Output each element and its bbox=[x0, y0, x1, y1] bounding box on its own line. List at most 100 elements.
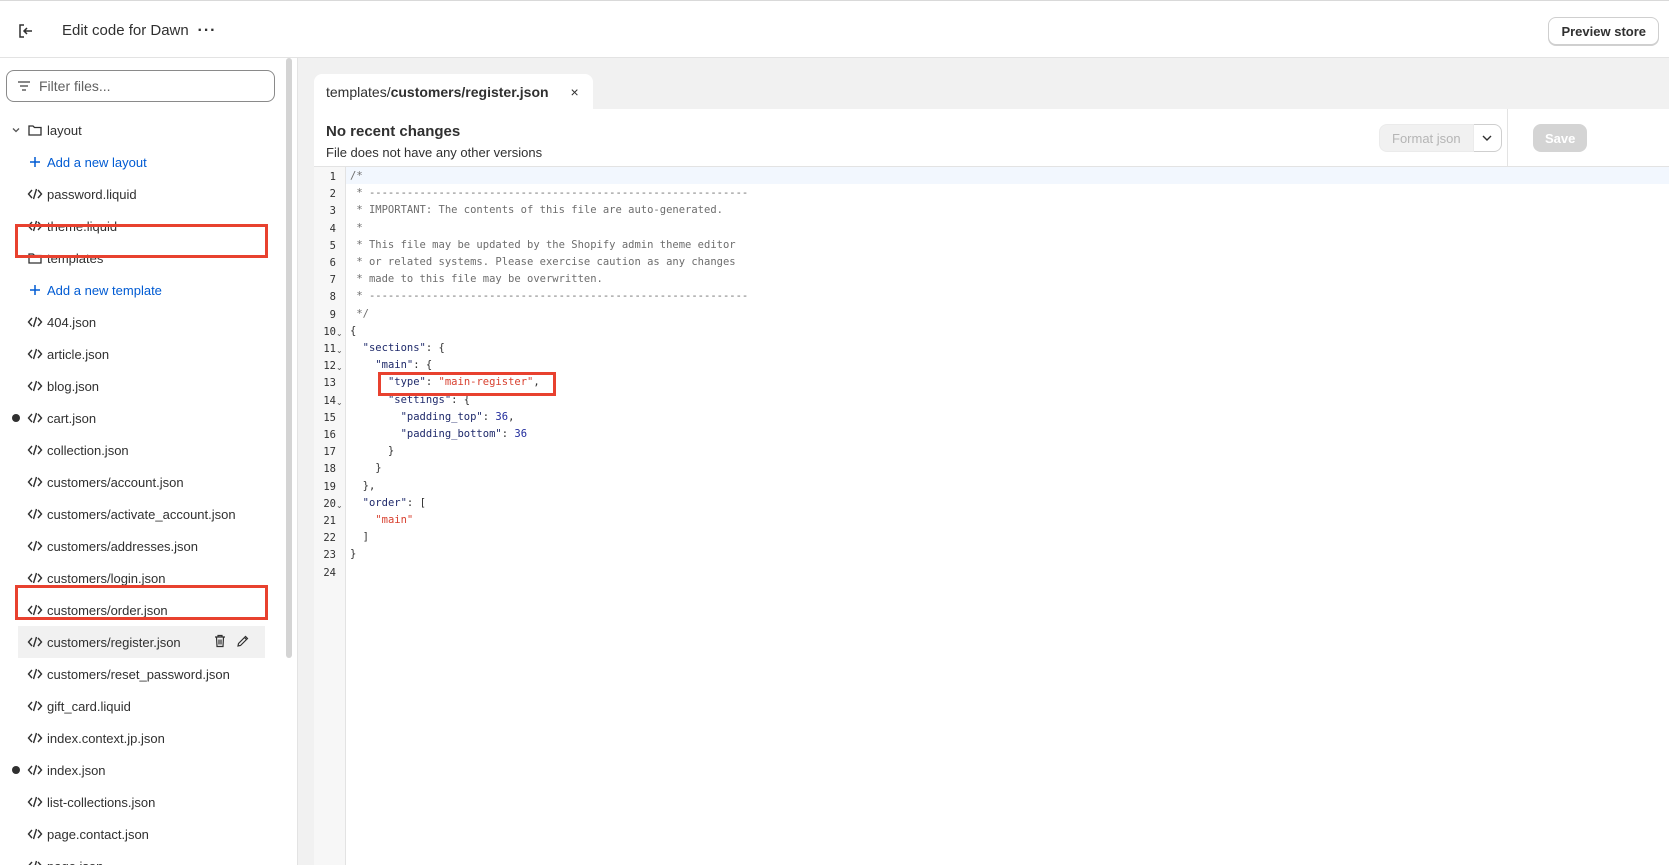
code-icon bbox=[27, 570, 43, 586]
code-line: { bbox=[350, 324, 357, 337]
sidebar-scrollbar[interactable] bbox=[286, 58, 292, 658]
line-number: 21 bbox=[323, 515, 336, 527]
file-label: index.context.jp.json bbox=[47, 731, 165, 746]
file-item[interactable]: gift_card.liquid bbox=[0, 690, 285, 722]
code-icon bbox=[27, 314, 43, 330]
line-number: 24 bbox=[323, 566, 336, 579]
fold-chevron-icon[interactable]: ⌄ bbox=[336, 501, 343, 510]
file-item[interactable]: page.contact.json bbox=[0, 818, 285, 850]
folder-layout[interactable]: layout bbox=[0, 114, 285, 146]
code-line: "sections": { bbox=[362, 342, 445, 354]
save-button[interactable]: Save bbox=[1533, 124, 1588, 152]
file-item[interactable]: index.context.jp.json bbox=[0, 722, 285, 754]
code-icon bbox=[27, 794, 43, 810]
file-item[interactable]: 404.json bbox=[0, 306, 285, 338]
status-subtitle: File does not have any other versions bbox=[326, 145, 543, 160]
file-item[interactable]: customers/account.json bbox=[0, 466, 285, 498]
code-icon bbox=[27, 186, 43, 202]
code-line: "padding_bottom": 36 bbox=[400, 428, 528, 440]
chevron-down-icon bbox=[1482, 135, 1492, 141]
close-tab-icon[interactable]: × bbox=[571, 84, 579, 100]
code-icon bbox=[27, 378, 43, 394]
code-line: "settings": { bbox=[387, 393, 471, 406]
line-number: 16 bbox=[323, 429, 336, 441]
editor-panel: No recent changes File does not have any… bbox=[314, 109, 1669, 865]
code-icon bbox=[27, 762, 43, 778]
file-item[interactable]: theme.liquid bbox=[0, 210, 285, 242]
chevron-down-icon[interactable] bbox=[10, 124, 22, 136]
code-line: "main" bbox=[375, 514, 414, 526]
file-item[interactable]: customers/reset_password.json bbox=[0, 658, 285, 690]
folder-icon bbox=[27, 122, 43, 138]
code-line: }, bbox=[350, 479, 376, 492]
file-label: collection.json bbox=[47, 443, 129, 458]
add-item-link[interactable]: Add a new template bbox=[0, 274, 285, 306]
line-number: 22 bbox=[323, 532, 336, 545]
file-sidebar: layout Add a new layout password.liquid the… bbox=[0, 58, 298, 865]
format-json-button[interactable]: Format json bbox=[1379, 124, 1474, 152]
file-item[interactable]: list-collections.json bbox=[0, 786, 285, 818]
fold-chevron-icon[interactable]: ⌄ bbox=[336, 329, 343, 338]
file-item[interactable]: customers/register.json bbox=[18, 626, 265, 658]
tab-path-name: customers/register.json bbox=[390, 83, 549, 100]
code-icon bbox=[27, 602, 43, 618]
fold-chevron-icon[interactable]: ⌄ bbox=[336, 346, 343, 355]
file-item[interactable]: customers/activate_account.json bbox=[0, 498, 285, 530]
add-item-link[interactable]: Add a new layout bbox=[0, 146, 285, 178]
file-label: layout bbox=[47, 123, 82, 138]
code-icon bbox=[27, 730, 43, 746]
fold-chevron-icon[interactable]: ⌄ bbox=[336, 363, 343, 372]
code-line: ] bbox=[350, 531, 369, 544]
page-title: Edit code for Dawn bbox=[62, 22, 189, 39]
file-label: 404.json bbox=[47, 315, 97, 330]
more-actions-button[interactable]: ··· bbox=[196, 21, 218, 41]
modified-dot-icon bbox=[12, 414, 20, 422]
rename-icon[interactable] bbox=[236, 634, 252, 650]
line-number: 17 bbox=[323, 446, 336, 459]
format-dropdown-button[interactable] bbox=[1473, 124, 1502, 152]
file-item[interactable]: index.json bbox=[0, 754, 285, 786]
file-item[interactable]: article.json bbox=[0, 338, 285, 370]
code-icon bbox=[27, 442, 43, 458]
code-line: "order": [ bbox=[362, 496, 426, 509]
status-title: No recent changes bbox=[326, 123, 461, 140]
file-item[interactable]: password.liquid bbox=[0, 178, 285, 210]
file-label: templates bbox=[47, 251, 104, 266]
line-number: 19 bbox=[323, 480, 336, 493]
filter-files-input[interactable] bbox=[39, 78, 259, 94]
exit-icon[interactable] bbox=[14, 19, 38, 43]
code-line: * made to this file may be overwritten. bbox=[350, 273, 603, 286]
folder-templates[interactable]: templates bbox=[0, 242, 285, 274]
file-tab[interactable]: templates/customers/register.json × bbox=[314, 74, 593, 109]
code-icon bbox=[27, 858, 43, 865]
file-item[interactable]: cart.json bbox=[0, 402, 285, 434]
folder-icon bbox=[27, 250, 43, 266]
file-item[interactable]: customers/login.json bbox=[0, 562, 285, 594]
line-number: 4 bbox=[329, 222, 336, 235]
line-number: 23 bbox=[323, 549, 336, 562]
line-number: 1 bbox=[329, 171, 336, 183]
code-line: * This file may be updated by the Shopif… bbox=[350, 238, 736, 251]
file-item[interactable]: customers/order.json bbox=[0, 594, 285, 626]
code-icon bbox=[27, 218, 43, 234]
file-label: gift_card.liquid bbox=[47, 699, 131, 714]
code-line: "type": "main-register", bbox=[387, 376, 540, 389]
code-icon bbox=[27, 634, 43, 650]
fold-chevron-icon[interactable]: ⌄ bbox=[336, 398, 343, 407]
filter-files-field[interactable] bbox=[6, 70, 275, 102]
divider bbox=[1507, 109, 1508, 167]
delete-icon[interactable] bbox=[213, 634, 229, 650]
file-item[interactable]: collection.json bbox=[0, 434, 285, 466]
file-item[interactable]: customers/addresses.json bbox=[0, 530, 285, 562]
file-label: customers/account.json bbox=[47, 475, 184, 490]
plus-icon bbox=[27, 154, 43, 170]
code-icon bbox=[27, 666, 43, 682]
file-label: page.contact.json bbox=[47, 827, 149, 842]
file-item[interactable]: page.json bbox=[0, 850, 285, 865]
preview-store-button[interactable]: Preview store bbox=[1548, 17, 1659, 45]
code-icon bbox=[27, 506, 43, 522]
tab-path-prefix: templates/ bbox=[326, 83, 391, 100]
line-number: 8 bbox=[329, 291, 336, 304]
file-item[interactable]: blog.json bbox=[0, 370, 285, 402]
code-editor[interactable]: 1 2 3 4 5 6 7 8 9 10 ⌄ 11 ⌄ 12 ⌄ 13 14 ⌄ 15 16 17 18 19 20 ⌄ 21 22… bbox=[314, 167, 1669, 865]
